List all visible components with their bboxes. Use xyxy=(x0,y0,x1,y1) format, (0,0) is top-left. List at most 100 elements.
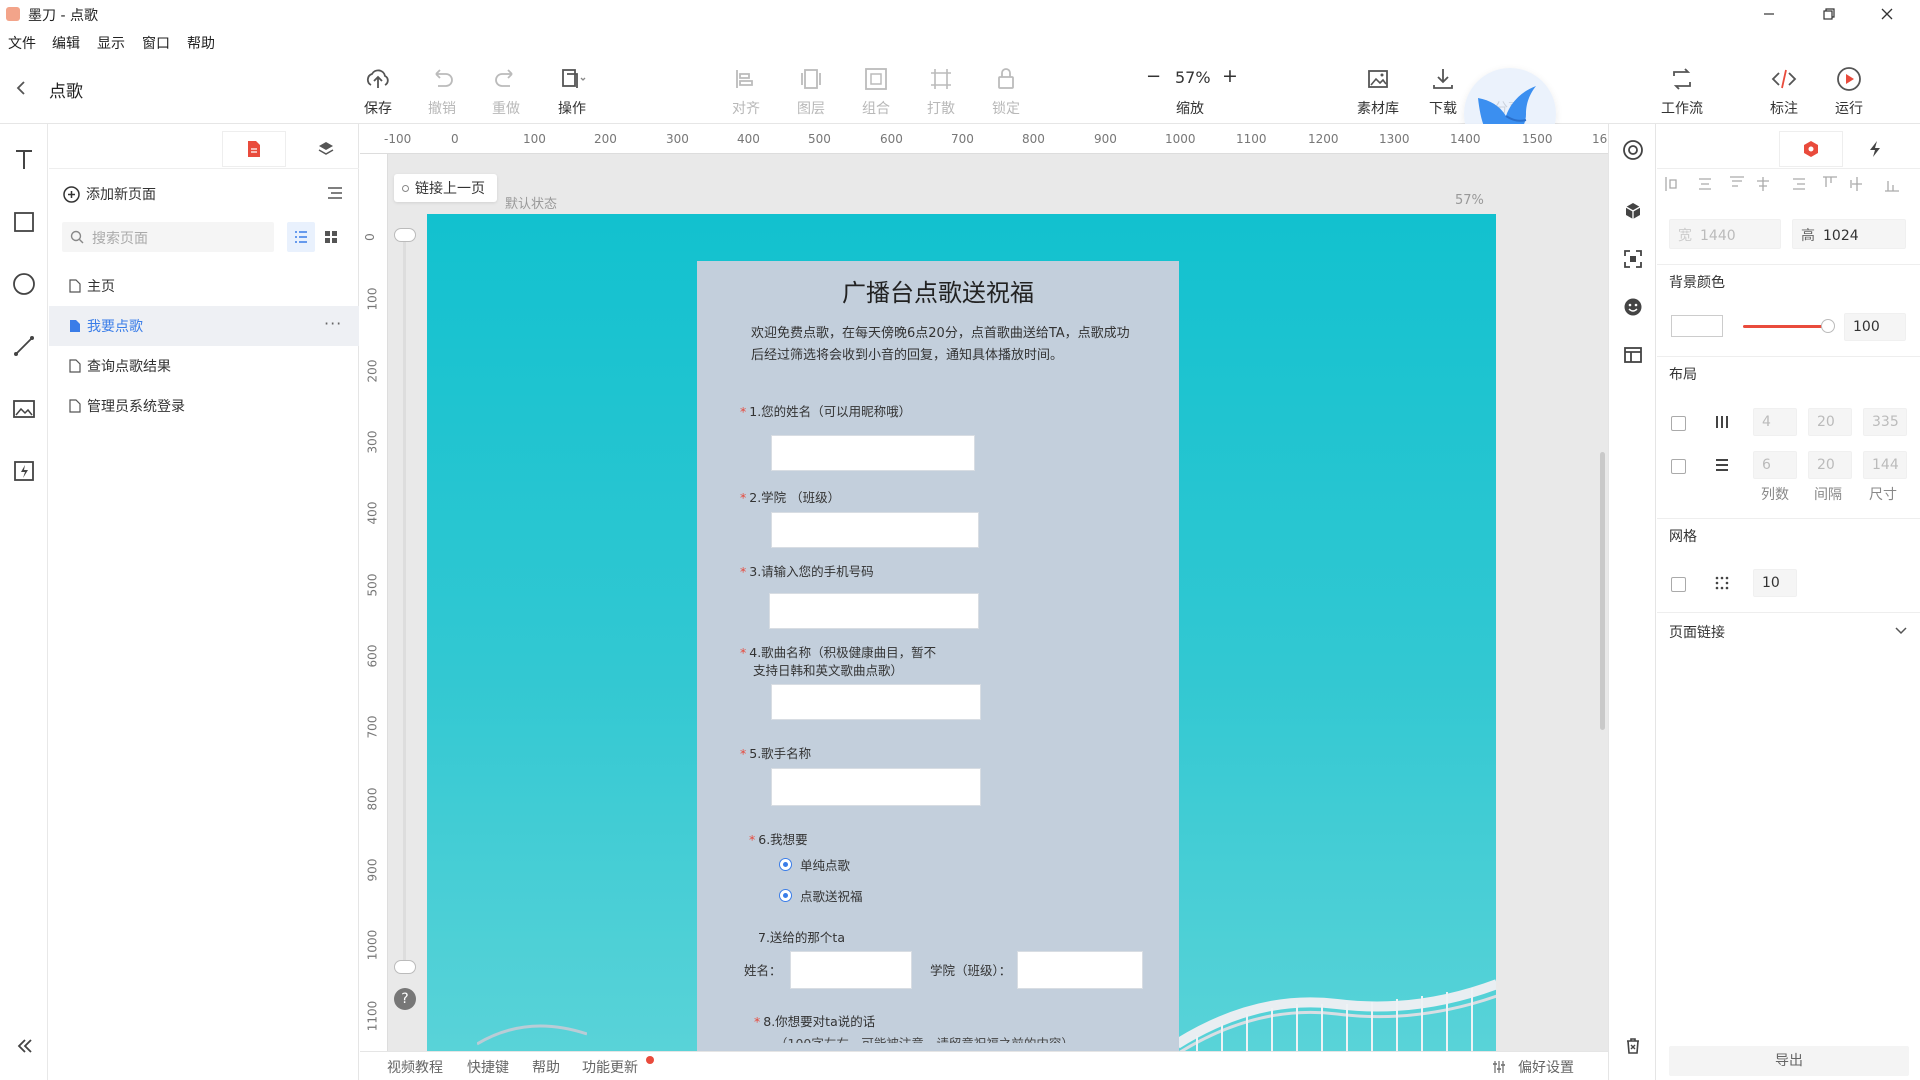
rows-size-field[interactable]: 144 xyxy=(1863,451,1907,479)
zoom-value[interactable]: 57% xyxy=(1175,68,1211,87)
assets-button[interactable]: 素材库 xyxy=(1348,64,1408,120)
opacity-field[interactable]: 100 xyxy=(1844,313,1906,341)
target-icon[interactable] xyxy=(1622,139,1644,161)
ruler-top: -100 0 100 200 300 400 500 600 700 800 9… xyxy=(360,124,1608,154)
annotate-button[interactable]: 标注 xyxy=(1754,64,1814,120)
lock-button[interactable]: 锁定 xyxy=(976,64,1036,120)
restore-button[interactable] xyxy=(1806,0,1852,28)
college-input[interactable] xyxy=(771,512,979,548)
more-options-icon[interactable]: ··· xyxy=(324,314,342,333)
grid-size-field[interactable]: 10 xyxy=(1753,569,1797,597)
align-button[interactable]: 对齐 xyxy=(716,64,776,120)
phone-input[interactable] xyxy=(769,593,979,629)
preferences-icon[interactable] xyxy=(1492,1060,1506,1074)
page-item[interactable]: 管理员系统登录 xyxy=(49,386,359,426)
singer-input[interactable] xyxy=(771,768,981,806)
scan-icon[interactable] xyxy=(1623,249,1643,269)
restore-icon xyxy=(1823,8,1835,20)
page-settings-icon[interactable] xyxy=(327,186,343,200)
shortcuts-link[interactable]: 快捷键 xyxy=(467,1057,509,1077)
save-button[interactable]: 保存 xyxy=(348,64,408,120)
video-tutorial-link[interactable]: 视频教程 xyxy=(387,1057,443,1077)
chevron-down-icon[interactable] xyxy=(1895,626,1907,636)
component-cube-icon[interactable] xyxy=(1623,201,1643,221)
page-item-active[interactable]: 我要点歌 ··· xyxy=(49,306,359,346)
tab-interaction[interactable] xyxy=(1844,132,1906,166)
export-button[interactable]: 导出 xyxy=(1669,1046,1909,1076)
undo-button[interactable]: 撤销 xyxy=(412,64,472,120)
opacity-slider[interactable] xyxy=(1743,325,1825,328)
menu-edit[interactable]: 编辑 xyxy=(52,33,80,53)
trash-icon[interactable] xyxy=(1623,1036,1643,1056)
slider-handle-bottom[interactable] xyxy=(394,960,416,974)
vertical-scrollbar[interactable] xyxy=(1600,452,1605,730)
slider-handle-top[interactable] xyxy=(394,228,416,242)
page-item[interactable]: 主页 xyxy=(49,266,359,306)
zoom-slider-track[interactable] xyxy=(403,234,406,972)
minimize-button[interactable] xyxy=(1746,0,1792,28)
zoom-out-button[interactable]: − xyxy=(1146,66,1161,87)
link-previous-page-button[interactable]: 链接上一页 xyxy=(394,174,497,202)
menu-help[interactable]: 帮助 xyxy=(187,33,215,53)
opacity-slider-handle[interactable] xyxy=(1821,319,1835,333)
recipient-name-label: 姓名： xyxy=(744,963,782,978)
zoom-in-button[interactable]: + xyxy=(1222,65,1238,87)
list-view-button[interactable] xyxy=(287,222,315,252)
rows-count-field[interactable]: 6 xyxy=(1753,451,1797,479)
run-button[interactable]: 运行 xyxy=(1819,64,1879,120)
grid-dots-icon xyxy=(1715,576,1729,590)
alignment-tools-icon[interactable] xyxy=(1663,174,1913,194)
menu-window[interactable]: 窗口 xyxy=(142,33,170,53)
recipient-name-input[interactable] xyxy=(790,951,912,989)
interaction-tool-icon[interactable] xyxy=(9,456,39,486)
recipient-college-input[interactable] xyxy=(1017,951,1143,989)
radio-option-plain[interactable]: 单纯点歌 xyxy=(779,855,850,874)
circle-tool-icon[interactable] xyxy=(9,269,39,299)
ruler-left: 0 100 200 300 400 500 600 700 800 900 10… xyxy=(360,154,388,1051)
rows-checkbox[interactable] xyxy=(1671,459,1686,474)
grid-checkbox[interactable] xyxy=(1671,577,1686,592)
rectangle-tool-icon[interactable] xyxy=(9,207,39,237)
columns-size-field[interactable]: 335 xyxy=(1863,408,1907,436)
template-icon[interactable] xyxy=(1623,345,1643,365)
tab-layers[interactable] xyxy=(295,132,357,166)
tab-pages[interactable] xyxy=(223,132,285,166)
preferences-link[interactable]: 偏好设置 xyxy=(1518,1057,1574,1077)
back-button[interactable] xyxy=(14,80,28,96)
radio-option-wish[interactable]: 点歌送祝福 xyxy=(779,886,863,905)
width-field[interactable]: 宽 1440 xyxy=(1669,219,1781,249)
redo-button[interactable]: 重做 xyxy=(476,64,536,120)
page-link-title[interactable]: 页面链接 xyxy=(1669,622,1725,642)
add-page-button[interactable]: 添加新页面 xyxy=(63,176,156,212)
tab-design[interactable] xyxy=(1780,132,1842,166)
text-tool-icon[interactable] xyxy=(9,144,39,174)
workflow-button[interactable]: 工作流 xyxy=(1652,64,1712,120)
emoji-icon[interactable] xyxy=(1623,297,1643,317)
song-name-input[interactable] xyxy=(771,684,981,720)
grid-view-button[interactable] xyxy=(317,222,345,252)
help-icon[interactable]: ? xyxy=(394,988,416,1010)
updates-link[interactable]: 功能更新 xyxy=(582,1057,638,1077)
name-input[interactable] xyxy=(771,435,975,471)
rows-gap-field[interactable]: 20 xyxy=(1808,451,1852,479)
layer-button[interactable]: 图层 xyxy=(781,64,841,120)
menu-view[interactable]: 显示 xyxy=(97,33,125,53)
columns-count-field[interactable]: 4 xyxy=(1753,408,1797,436)
ungroup-button[interactable]: 打散 xyxy=(911,64,971,120)
pen-tool-icon[interactable] xyxy=(9,331,39,361)
close-button[interactable] xyxy=(1864,0,1910,28)
download-icon xyxy=(1433,69,1453,89)
group-button[interactable]: 组合 xyxy=(846,64,906,120)
search-pages-input[interactable]: 搜索页面 xyxy=(62,222,274,252)
image-tool-icon[interactable] xyxy=(9,394,39,424)
help-link[interactable]: 帮助 xyxy=(532,1057,560,1077)
page-item[interactable]: 查询点歌结果 xyxy=(49,346,359,386)
collapse-panel-icon[interactable] xyxy=(9,1031,39,1061)
operations-button[interactable]: 操作 xyxy=(542,64,602,120)
columns-gap-field[interactable]: 20 xyxy=(1808,408,1852,436)
menu-file[interactable]: 文件 xyxy=(8,33,36,53)
bg-color-swatch[interactable] xyxy=(1671,315,1723,337)
height-field[interactable]: 高 1024 xyxy=(1792,219,1906,249)
columns-checkbox[interactable] xyxy=(1671,416,1686,431)
page-item-label: 主页 xyxy=(87,279,115,295)
